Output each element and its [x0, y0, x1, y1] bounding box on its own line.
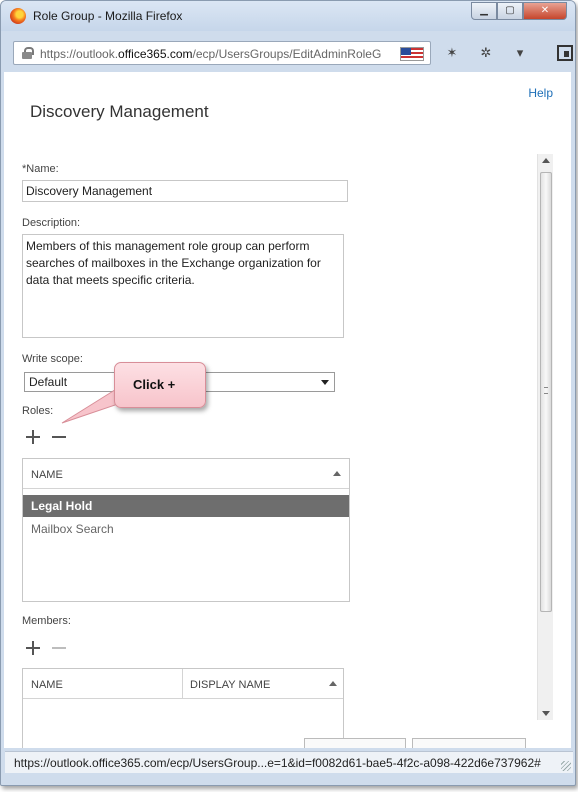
add-role-plus-icon[interactable] [26, 430, 40, 444]
roles-table: NAME Legal Hold Mailbox Search [22, 458, 350, 602]
url-bar[interactable]: https://outlook.office365.com/ecp/UsersG… [13, 41, 431, 65]
add-member-plus-icon[interactable] [26, 641, 40, 655]
lock-icon[interactable] [22, 47, 34, 59]
write-scope-label: Write scope: [22, 353, 83, 365]
sort-ascending-icon[interactable] [333, 471, 341, 476]
roles-label: Roles: [22, 405, 54, 417]
navigation-bar: https://outlook.office365.com/ecp/UsersG… [5, 35, 573, 71]
name-input[interactable]: Discovery Management [22, 180, 348, 202]
maximize-button[interactable]: ▢ [497, 2, 523, 20]
sort-ascending-icon[interactable] [329, 681, 337, 686]
grip-icon [544, 387, 548, 394]
close-button[interactable]: ✕ [523, 2, 567, 20]
click-plus-callout: Click + [114, 362, 206, 408]
window-title: Role Group - Mozilla Firefox [33, 9, 183, 23]
roles-name-header[interactable]: NAME [23, 459, 349, 489]
scroll-up-icon[interactable] [542, 158, 550, 163]
firefox-logo-icon [10, 8, 26, 24]
scrollbar-thumb[interactable] [540, 172, 552, 612]
status-bar: https://outlook.office365.com/ecp/UsersG… [5, 751, 573, 773]
plugin-icon[interactable]: ✶ [441, 43, 463, 63]
dropdown-icon[interactable]: ▾ [509, 43, 531, 63]
vertical-scrollbar[interactable] [537, 154, 553, 720]
help-link[interactable]: Help [528, 86, 553, 100]
remove-role-minus-icon[interactable] [52, 430, 66, 444]
url-text[interactable]: https://outlook.office365.com/ecp/UsersG… [40, 47, 390, 61]
cancel-button-partial[interactable] [412, 738, 526, 748]
status-url: https://outlook.office365.com/ecp/UsersG… [14, 756, 541, 770]
minimize-button[interactable]: ▁ [471, 2, 497, 20]
write-scope-value: Default [29, 375, 68, 389]
us-flag-icon[interactable] [400, 47, 424, 61]
bug-icon[interactable]: ✲ [475, 43, 497, 63]
description-label: Description: [22, 217, 81, 229]
members-display-name-header[interactable]: DISPLAY NAME [190, 679, 270, 691]
table-row[interactable]: Legal Hold [23, 495, 349, 517]
remove-member-minus-icon [52, 641, 66, 655]
members-table: NAME DISPLAY NAME [22, 668, 344, 748]
panel-icon[interactable] [557, 45, 573, 61]
column-divider [182, 669, 183, 699]
description-textarea[interactable]: Members of this management role group ca… [22, 234, 344, 338]
name-label: *Name: [22, 163, 59, 175]
page-content: Help Discovery Management *Name: Discove… [4, 72, 571, 748]
table-row[interactable]: Mailbox Search [23, 518, 349, 540]
scroll-down-icon[interactable] [542, 711, 550, 716]
window-controls: ▁ ▢ ✕ [471, 2, 567, 20]
title-bar[interactable]: Role Group - Mozilla Firefox ▁ ▢ ✕ [1, 1, 575, 31]
save-button-partial[interactable] [304, 738, 406, 748]
members-name-header[interactable]: NAME [23, 669, 343, 699]
members-label: Members: [22, 615, 71, 627]
page-title: Discovery Management [30, 102, 209, 121]
toolbar-icons: ✶ ✲ ▾ [441, 43, 573, 63]
resize-grip-icon[interactable] [561, 761, 571, 771]
chevron-down-icon [321, 380, 329, 385]
